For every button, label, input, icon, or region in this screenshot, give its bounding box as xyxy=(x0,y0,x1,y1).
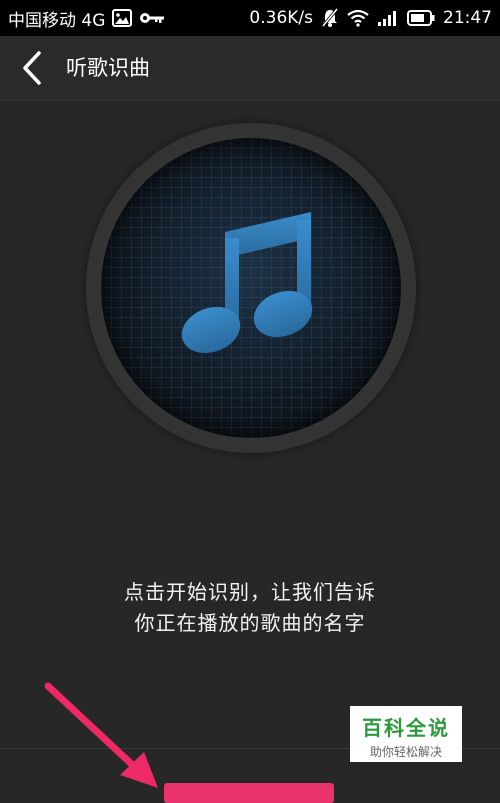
battery-icon xyxy=(407,10,435,26)
recognize-disc[interactable] xyxy=(86,123,416,453)
clock: 21:47 xyxy=(443,8,492,28)
title-bar: 听歌识曲 xyxy=(0,36,500,101)
key-icon xyxy=(139,11,165,25)
status-right: 0.36K/s 21:47 xyxy=(249,0,492,36)
back-button[interactable] xyxy=(12,48,52,88)
chevron-left-icon xyxy=(23,51,41,85)
mute-icon xyxy=(321,8,339,28)
watermark-sub-text: 助你轻松解决 xyxy=(369,745,442,759)
music-note-icon xyxy=(181,212,313,354)
instruction-line-1: 点击开始识别，让我们告诉 xyxy=(124,580,376,604)
wifi-icon xyxy=(347,9,369,27)
status-bar: 中国移动 4G 0.36K/s 21:47 xyxy=(0,0,500,36)
page-title: 听歌识曲 xyxy=(66,56,150,80)
watermark-main-text: 百科全说 xyxy=(362,716,450,740)
pointer-arrow-icon xyxy=(44,682,158,788)
start-recognition-button[interactable] xyxy=(164,783,334,803)
carrier-label: 中国移动 4G xyxy=(8,10,106,31)
network-speed: 0.36K/s xyxy=(249,8,313,28)
watermark-logo: 百科全说 助你轻松解决 xyxy=(350,706,462,762)
instruction-line-2: 你正在播放的歌曲的名字 xyxy=(134,611,366,635)
image-notification-icon xyxy=(112,9,133,27)
signal-icon xyxy=(377,9,399,27)
disc-screen xyxy=(101,138,401,438)
status-left: 中国移动 4G xyxy=(8,0,165,36)
